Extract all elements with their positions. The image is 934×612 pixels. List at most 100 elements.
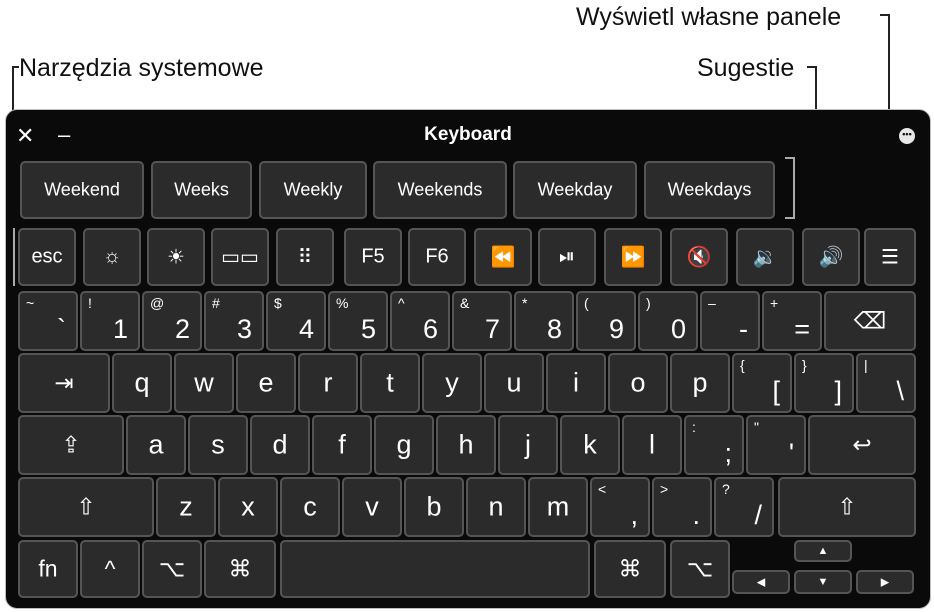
key-8[interactable]: * 8	[514, 291, 574, 351]
key-grave[interactable]: ~ `	[18, 291, 78, 351]
key-semicolon[interactable]: :;	[684, 415, 744, 475]
key-left-bracket[interactable]: {[	[732, 353, 792, 413]
return-key[interactable]: ↩	[808, 415, 916, 475]
volume-up-icon: 🔊	[818, 246, 844, 269]
key-a[interactable]: a	[126, 415, 186, 475]
fast-forward-key[interactable]: ⏩	[604, 228, 662, 286]
brightness-up-key[interactable]: ☀	[147, 228, 205, 286]
space-key[interactable]	[280, 540, 590, 598]
right-shift-key[interactable]: ⇧	[778, 477, 916, 537]
suggestions-bracket-bottom	[785, 217, 794, 219]
key-d[interactable]: d	[250, 415, 310, 475]
key-s[interactable]: s	[188, 415, 248, 475]
arrow-up-key[interactable]: ▲	[794, 540, 852, 562]
key-u[interactable]: u	[484, 353, 544, 413]
launchpad-icon: ⠿	[297, 246, 313, 269]
delete-key[interactable]: ⌫	[824, 291, 916, 351]
key-equals[interactable]: + =	[762, 291, 822, 351]
key-o[interactable]: o	[608, 353, 668, 413]
key-7[interactable]: & 7	[452, 291, 512, 351]
key-6[interactable]: ^ 6	[390, 291, 450, 351]
launchpad-key[interactable]: ⠿	[276, 228, 334, 286]
key-x[interactable]: x	[218, 477, 278, 537]
key-3[interactable]: #3	[204, 291, 264, 351]
suggestion-button[interactable]: Weekdays	[644, 161, 775, 219]
option-icon: ⌥	[686, 555, 714, 582]
f6-key[interactable]: F6	[408, 228, 466, 286]
tab-key[interactable]: ⇥	[18, 353, 110, 413]
key-l[interactable]: l	[622, 415, 682, 475]
key-h[interactable]: h	[436, 415, 496, 475]
arrow-down-icon: ▼	[817, 576, 829, 588]
key-q[interactable]: q	[112, 353, 172, 413]
leader-system-tools-tick	[12, 66, 19, 68]
key-period[interactable]: >.	[652, 477, 712, 537]
suggestion-button[interactable]: Weeks	[151, 161, 252, 219]
brightness-down-key[interactable]: ☼	[83, 228, 141, 286]
suggestion-button[interactable]: Weekends	[373, 161, 507, 219]
arrow-right-icon: ▶	[880, 576, 890, 589]
play-pause-key[interactable]: ⏯	[538, 228, 596, 286]
mission-control-key[interactable]: ▭▭	[211, 228, 269, 286]
key-5[interactable]: % 5	[328, 291, 388, 351]
key-right-bracket[interactable]: }]	[794, 353, 854, 413]
fn-key[interactable]: fn	[18, 540, 78, 598]
right-command-key[interactable]: ⌘	[594, 540, 666, 598]
key-w[interactable]: w	[174, 353, 234, 413]
option-key[interactable]: ⌥	[142, 540, 202, 598]
callout-custom-panels: Wyświetl własne panele	[576, 3, 842, 31]
f5-key[interactable]: F5	[344, 228, 402, 286]
key-k[interactable]: k	[560, 415, 620, 475]
left-shift-key[interactable]: ⇧	[18, 477, 154, 537]
suggestion-button[interactable]: Weekend	[20, 161, 144, 219]
command-key[interactable]: ⌘	[204, 540, 276, 598]
volume-down-key[interactable]: 🔉	[736, 228, 794, 286]
list-icon: ☰	[881, 246, 899, 269]
key-e[interactable]: e	[236, 353, 296, 413]
key-r[interactable]: r	[298, 353, 358, 413]
key-2[interactable]: @2	[142, 291, 202, 351]
callout-suggestions: Sugestie	[697, 54, 795, 82]
key-4[interactable]: $4	[266, 291, 326, 351]
key-9[interactable]: (9	[576, 291, 636, 351]
key-b[interactable]: b	[404, 477, 464, 537]
key-c[interactable]: c	[280, 477, 340, 537]
control-key[interactable]: ^	[80, 540, 140, 598]
window-title: Keyboard	[424, 124, 512, 145]
key-n[interactable]: n	[466, 477, 526, 537]
key-comma[interactable]: <,	[590, 477, 650, 537]
arrow-left-key[interactable]: ◀	[732, 570, 790, 594]
key-quote[interactable]: " '	[746, 415, 806, 475]
key-v[interactable]: v	[342, 477, 402, 537]
leader-custom-panels-tick	[880, 14, 890, 16]
callout-system-tools: Narzędzia systemowe	[19, 54, 264, 82]
key-y[interactable]: y	[422, 353, 482, 413]
key-m[interactable]: m	[528, 477, 588, 537]
system-tools-bracket	[13, 228, 15, 286]
suggestion-button[interactable]: Weekday	[513, 161, 637, 219]
arrow-down-key[interactable]: ▼	[794, 570, 852, 594]
suggestion-button[interactable]: Weekly	[259, 161, 367, 219]
key-p[interactable]: p	[670, 353, 730, 413]
right-option-key[interactable]: ⌥	[670, 540, 730, 598]
key-j[interactable]: j	[498, 415, 558, 475]
key-t[interactable]: t	[360, 353, 420, 413]
rewind-key[interactable]: ⏪	[474, 228, 532, 286]
key-g[interactable]: g	[374, 415, 434, 475]
esc-key[interactable]: esc	[18, 228, 76, 286]
key-f[interactable]: f	[312, 415, 372, 475]
key-i[interactable]: i	[546, 353, 606, 413]
key-1[interactable]: ! 1	[80, 291, 140, 351]
key-minus[interactable]: – -	[700, 291, 760, 351]
mute-key[interactable]: 🔇	[670, 228, 728, 286]
key-z[interactable]: z	[156, 477, 216, 537]
arrow-right-key[interactable]: ▶	[856, 570, 914, 594]
custom-panels-key[interactable]: ☰	[864, 228, 916, 286]
arrow-up-icon: ▲	[817, 545, 829, 557]
volume-up-key[interactable]: 🔊	[802, 228, 860, 286]
caps-lock-key[interactable]: ⇪	[18, 415, 124, 475]
more-options-icon[interactable]: •••	[899, 128, 915, 144]
key-slash[interactable]: ? /	[714, 477, 774, 537]
key-0[interactable]: ) 0	[638, 291, 698, 351]
key-backslash[interactable]: | \	[856, 353, 916, 413]
